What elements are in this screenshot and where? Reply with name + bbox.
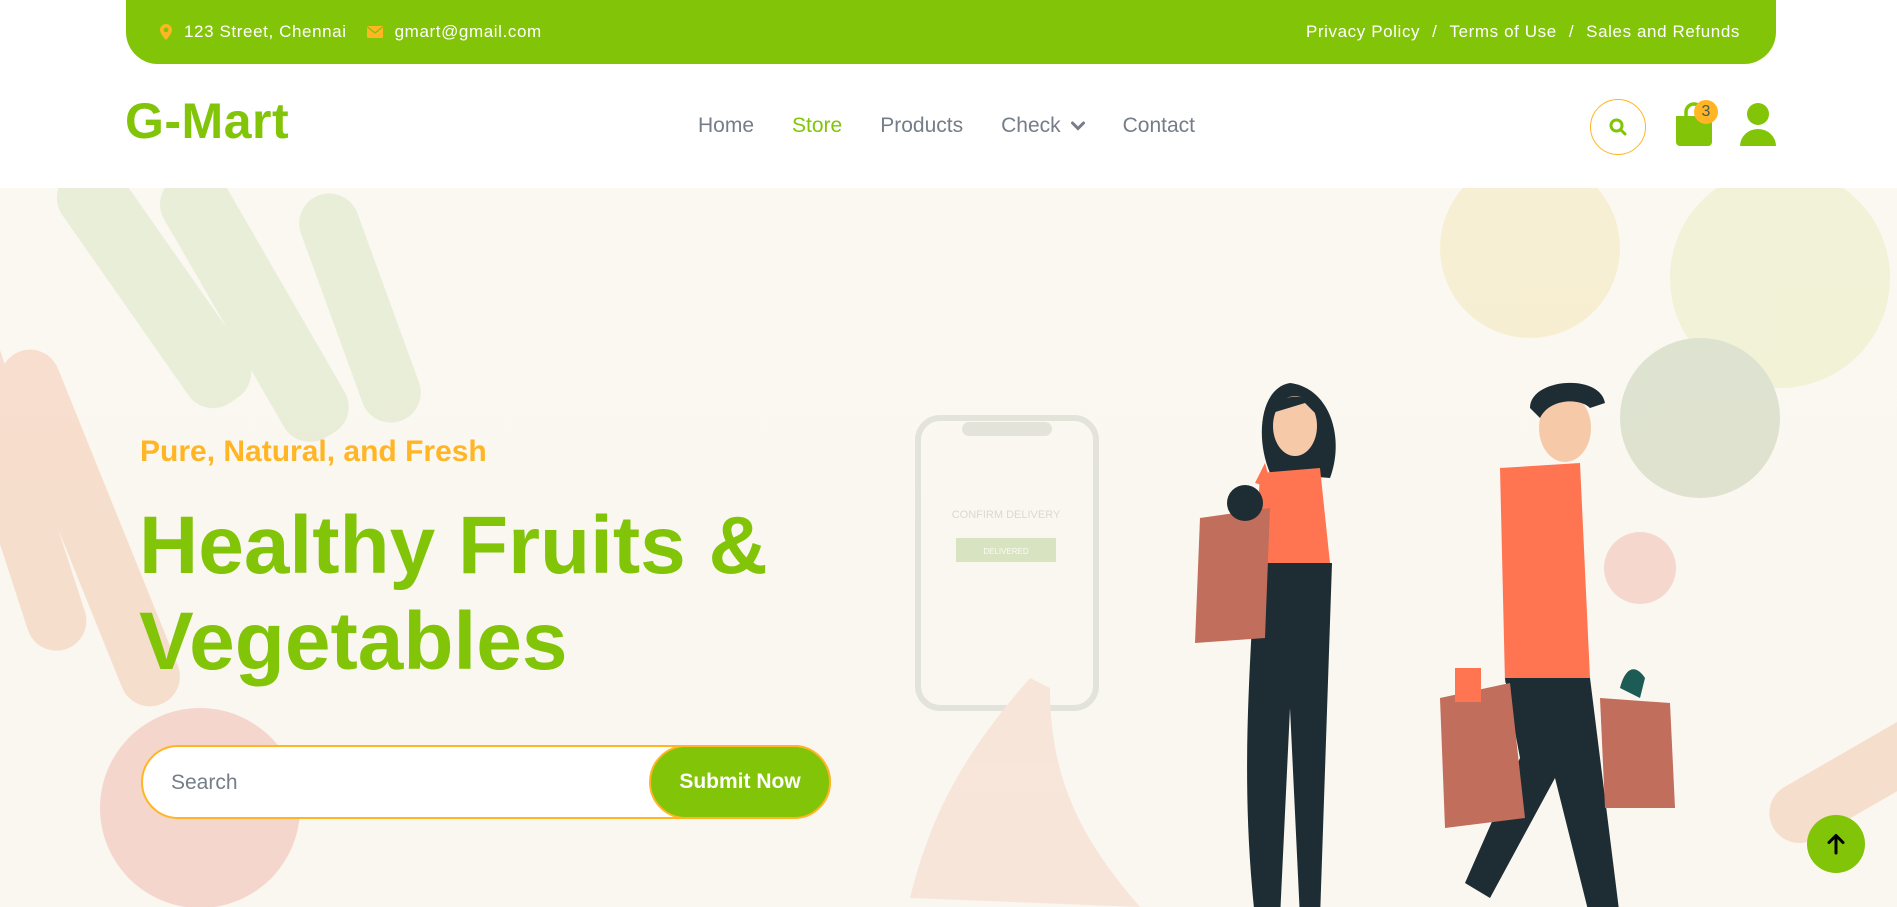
address-item: 123 Street, Chennai (160, 22, 347, 42)
hero-section: Pure, Natural, and Fresh Healthy Fruits … (0, 188, 1897, 907)
hero-headline-line: Healthy Fruits & (139, 500, 768, 591)
nav-item-contact[interactable]: Contact (1123, 114, 1195, 138)
nav-item-home[interactable]: Home (698, 114, 754, 138)
topbar-links: Privacy Policy / Terms of Use / Sales an… (1306, 22, 1740, 42)
nav-item-label: Home (698, 114, 755, 137)
submit-button[interactable]: Submit Now (649, 745, 831, 819)
cart-count-badge: 3 (1694, 100, 1718, 124)
hero-headline-line: Vegetables (139, 596, 568, 687)
email-text[interactable]: gmart@gmail.com (395, 22, 542, 42)
sales-refunds-link[interactable]: Sales and Refunds (1586, 22, 1740, 42)
nav-menu: Home Store Products Check Contact (698, 114, 1233, 138)
address-text: 123 Street, Chennai (184, 22, 347, 41)
separator: / (1432, 22, 1438, 41)
email-item[interactable]: gmart@gmail.com (366, 22, 542, 42)
main-navbar: G-Mart Home Store Products Check Contact… (0, 64, 1897, 188)
back-to-top-button[interactable] (1807, 815, 1865, 873)
search-button[interactable] (1590, 99, 1646, 155)
envelope-icon (366, 26, 383, 38)
nav-item-products[interactable]: Products (880, 114, 963, 138)
hero-search-form: Submit Now (141, 745, 831, 819)
hero-headline: Healthy Fruits & Vegetables (139, 498, 859, 690)
shoppers-illustration: CONFIRM DELIVERY DELIVERED (910, 382, 1675, 907)
topbar: 123 Street, Chennai gmart@gmail.com Priv… (126, 0, 1776, 64)
separator: / (1568, 22, 1575, 41)
man-shopper (1440, 382, 1675, 907)
map-marker-icon (160, 24, 172, 40)
logo[interactable]: G-Mart (125, 92, 289, 150)
arrow-up-icon (1827, 834, 1845, 855)
chevron-down-icon (1070, 121, 1085, 131)
user-icon[interactable] (1738, 102, 1778, 148)
search-icon (1609, 118, 1627, 136)
search-input[interactable] (171, 765, 631, 801)
woman-shopper (1195, 383, 1336, 907)
nav-item-label: Contact (1122, 114, 1196, 137)
nav-item-label: Store (792, 114, 843, 137)
nav-item-store[interactable]: Store (792, 114, 842, 138)
phone-text: CONFIRM DELIVERY (952, 509, 1061, 521)
terms-of-use-link[interactable]: Terms of Use (1449, 22, 1556, 42)
privacy-policy-link[interactable]: Privacy Policy (1306, 22, 1420, 42)
hero-tagline: Pure, Natural, and Fresh (140, 435, 487, 468)
phone-button-text: DELIVERED (983, 547, 1029, 556)
nav-item-check[interactable]: Check (1001, 114, 1085, 138)
topbar-contact: 123 Street, Chennai gmart@gmail.com (160, 22, 562, 42)
nav-item-label: Products (880, 114, 964, 137)
phone-illustration: CONFIRM DELIVERY DELIVERED (910, 415, 1140, 907)
nav-item-label: Check (1001, 114, 1061, 137)
